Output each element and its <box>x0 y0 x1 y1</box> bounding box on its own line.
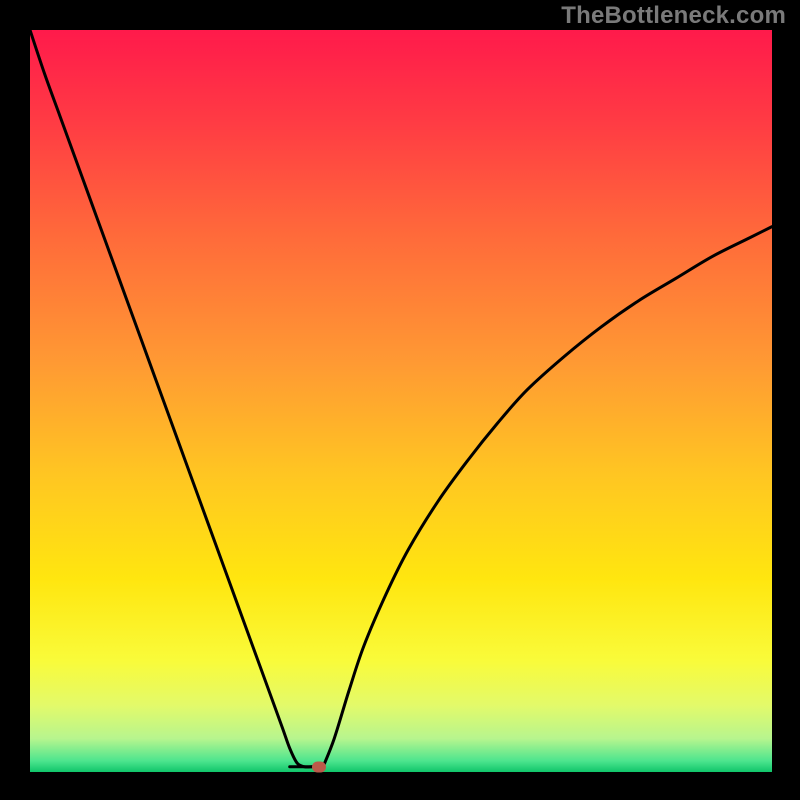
optimum-marker <box>312 761 326 772</box>
chart-frame: TheBottleneck.com <box>0 0 800 800</box>
chart-background-gradient <box>30 30 772 772</box>
chart-plot-area <box>30 30 772 772</box>
watermark-text: TheBottleneck.com <box>561 2 786 30</box>
